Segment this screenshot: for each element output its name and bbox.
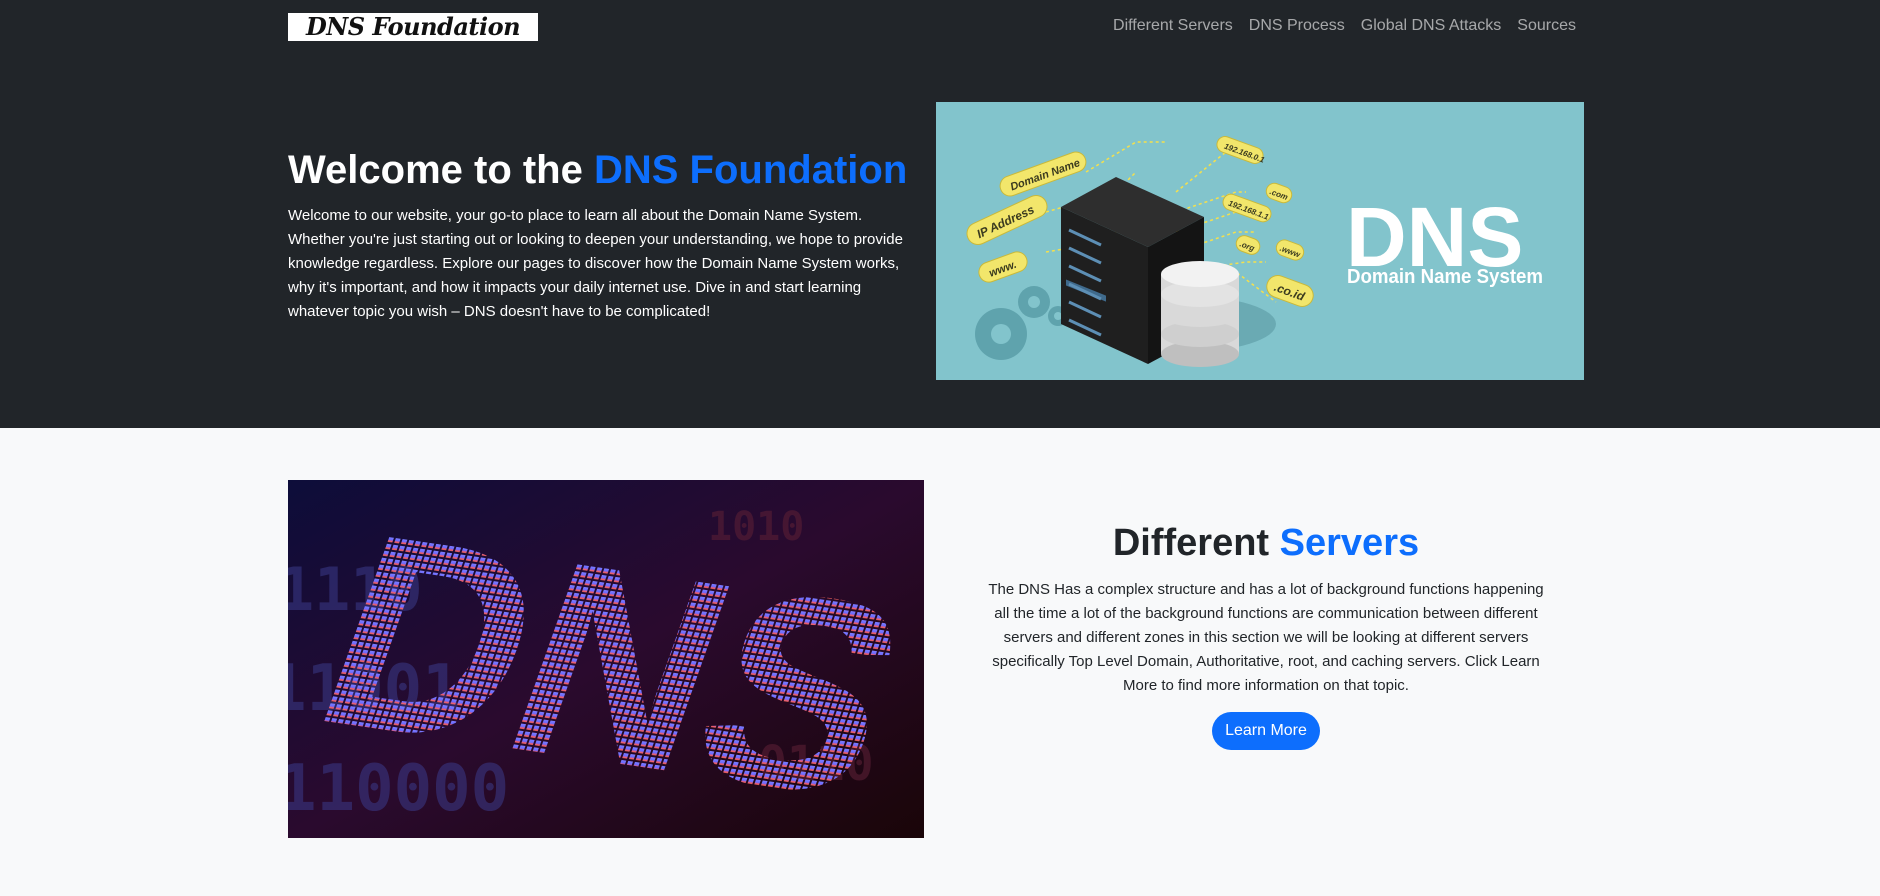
navbar: DNS Foundation Different Servers DNS Pro… [0,0,1880,52]
hero-title: Welcome to the DNS Foundation [288,146,912,194]
hero-section: DNS Foundation Different Servers DNS Pro… [0,0,1880,428]
nav-link-dns-process[interactable]: DNS Process [1249,14,1345,38]
dns-server-illustration: Domain Name IP Address www. 192.168.0.1 … [936,102,1584,380]
servers-title: Different Servers [988,520,1544,566]
different-servers-section: 1110 11001 110000 1010 0110 DNS Differen… [0,428,1880,896]
nav-link-global-dns-attacks[interactable]: Global DNS Attacks [1361,14,1502,38]
hero-image-subtitle: Domain Name System [1347,266,1543,288]
hero-title-accent: DNS Foundation [593,148,908,192]
servers-title-prefix: Different [1112,522,1280,564]
hero-title-prefix: Welcome to the [288,148,594,192]
servers-title-accent: Servers [1279,522,1420,564]
nav-links: Different Servers DNS Process Global DNS… [1113,14,1576,38]
hero-text: Welcome to the DNS Foundation Welcome to… [288,146,912,324]
dns-digital-image: 1110 11001 110000 1010 0110 DNS [288,480,924,838]
hero-description: Welcome to our website, your go-to place… [288,207,903,320]
nav-link-sources[interactable]: Sources [1517,14,1576,38]
servers-description: The DNS Has a complex structure and has … [988,581,1544,694]
learn-more-button[interactable]: Learn More [1212,712,1320,750]
brand-logo[interactable]: DNS Foundation [288,13,538,41]
nav-link-different-servers[interactable]: Different Servers [1113,14,1233,38]
servers-content: Different Servers The DNS Has a complex … [988,520,1544,750]
